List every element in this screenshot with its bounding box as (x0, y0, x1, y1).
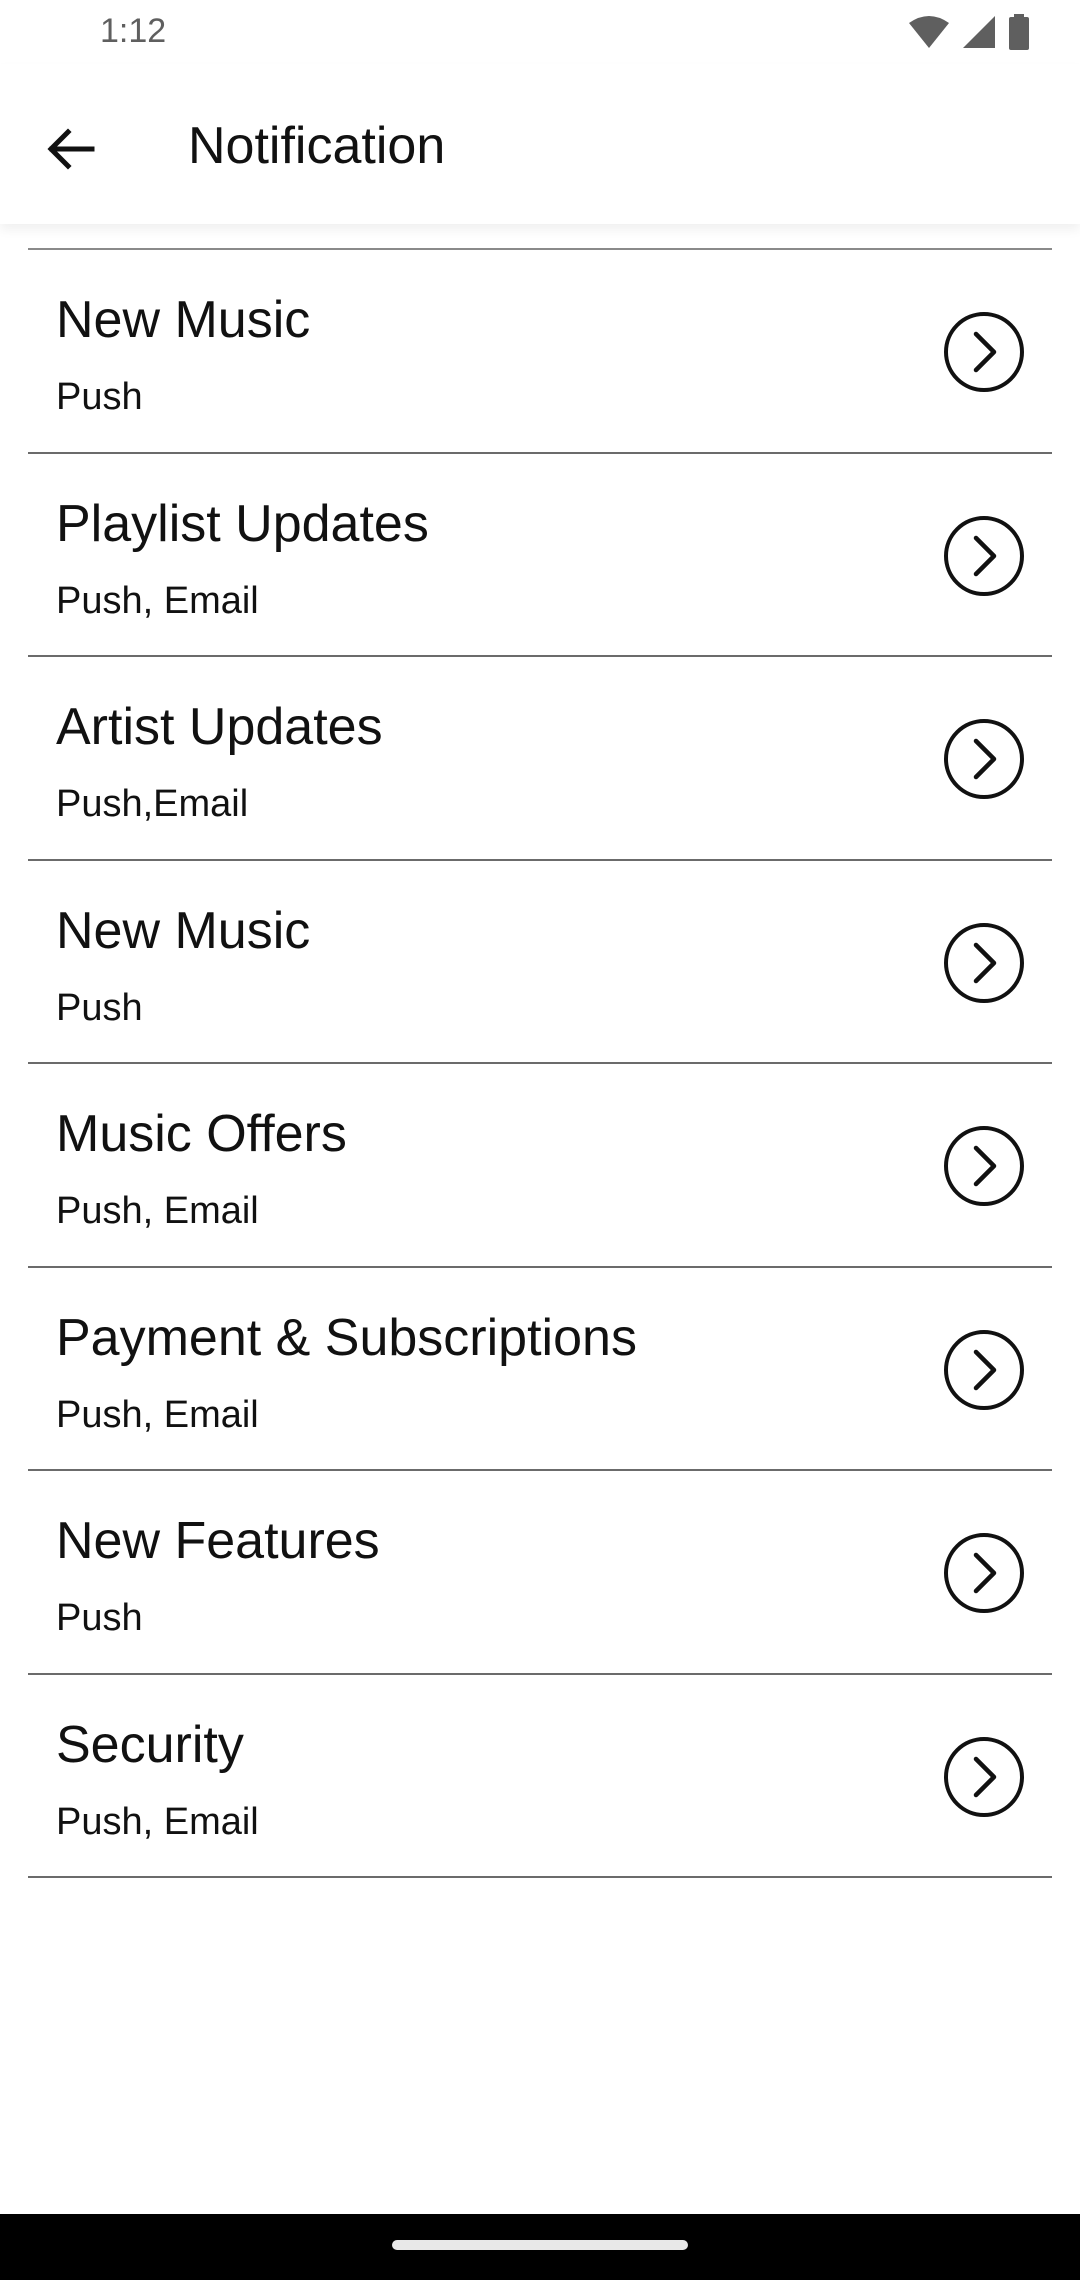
notification-list: New Music Push Playlist Updates Push, Em… (28, 248, 1052, 1878)
status-time: 1:12 (100, 12, 167, 50)
chevron-right-circle-icon[interactable] (942, 1124, 1026, 1208)
notification-item-music-offers[interactable]: Music Offers Push, Email (28, 1064, 1052, 1268)
chevron-right-circle-icon[interactable] (942, 1531, 1026, 1615)
home-gesture-handle[interactable] (392, 2240, 688, 2250)
chevron-right-circle-icon[interactable] (942, 514, 1026, 598)
notification-title: Artist Updates (56, 698, 383, 756)
system-navigation-bar (0, 2214, 1080, 2280)
chevron-right-circle-icon[interactable] (942, 1328, 1026, 1412)
arrow-left-icon (46, 124, 96, 179)
notification-item-playlist-updates[interactable]: Playlist Updates Push, Email (28, 454, 1052, 657)
notification-title: New Music (56, 901, 311, 960)
notification-title: Playlist Updates (56, 494, 429, 553)
status-bar: 1:12 (0, 0, 1080, 64)
chevron-right-circle-icon[interactable] (942, 921, 1026, 1005)
chevron-right-circle-icon[interactable] (942, 1735, 1026, 1819)
chevron-right-circle-icon[interactable] (942, 310, 1026, 394)
notification-title: Music Offers (56, 1105, 347, 1163)
notification-channels: Push, Email (56, 1393, 259, 1436)
page-title: Notification (188, 117, 446, 175)
notification-item-artist-updates[interactable]: Artist Updates Push,Email (28, 657, 1052, 861)
notification-title: Security (56, 1715, 244, 1774)
notification-item-new-features[interactable]: New Features Push (28, 1471, 1052, 1675)
notification-channels: Push (56, 1597, 143, 1639)
notification-channels: Push (56, 986, 143, 1029)
chevron-right-circle-icon[interactable] (942, 717, 1026, 801)
status-icons (908, 13, 1030, 55)
notification-channels: Push,Email (56, 783, 249, 825)
notification-title: New Music (56, 291, 311, 349)
notification-channels: Push (56, 376, 143, 418)
battery-icon (1008, 13, 1030, 55)
notification-item-payment-subscriptions[interactable]: Payment & Subscriptions Push, Email (28, 1268, 1052, 1471)
notification-title: Payment & Subscriptions (56, 1308, 637, 1367)
notification-item-security[interactable]: Security Push, Email (28, 1675, 1052, 1878)
notification-channels: Push, Email (56, 1800, 259, 1843)
back-button[interactable] (28, 108, 114, 194)
notification-item-new-music[interactable]: New Music Push (28, 250, 1052, 454)
notification-title: New Features (56, 1512, 380, 1570)
notification-channels: Push, Email (56, 1190, 259, 1232)
notification-channels: Push, Email (56, 579, 259, 622)
app-bar: Notification (0, 64, 1080, 224)
cellular-signal-icon (962, 15, 996, 54)
notification-item-new-music-2[interactable]: New Music Push (28, 861, 1052, 1064)
wifi-icon (908, 15, 950, 54)
